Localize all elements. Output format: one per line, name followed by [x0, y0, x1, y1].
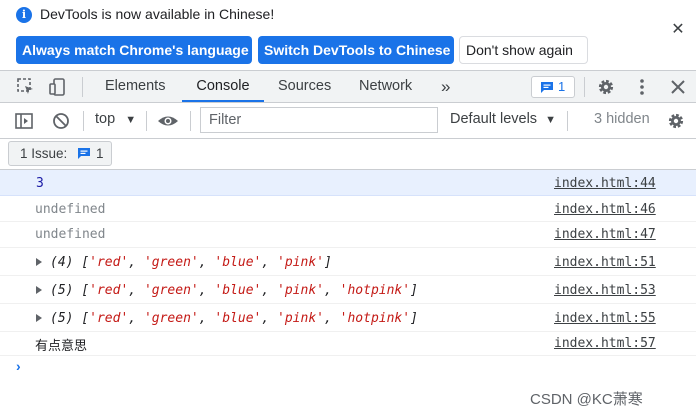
toolbar-divider: [567, 111, 568, 131]
tab-sources[interactable]: Sources: [278, 71, 331, 102]
inspect-element-icon[interactable]: [16, 77, 36, 97]
expand-caret-icon[interactable]: [36, 258, 42, 266]
console-message-row: undefined index.html:46: [0, 196, 696, 222]
log-levels-label: Default levels: [450, 111, 538, 127]
array-item: 'hotpink': [339, 283, 411, 298]
switch-to-chinese-button[interactable]: Switch DevTools to Chinese: [258, 36, 454, 64]
array-preview[interactable]: (4) ['red', 'green', 'blue', 'pink']: [50, 255, 332, 270]
dont-show-again-button[interactable]: Don't show again: [459, 36, 588, 64]
toolbar-divider: [83, 111, 84, 131]
console-message-text: undefined: [35, 202, 106, 217]
tab-console[interactable]: Console: [182, 71, 264, 102]
console-message-row: (5) ['red', 'green', 'blue', 'pink', 'ho…: [0, 276, 696, 304]
context-selector[interactable]: top ▼: [95, 111, 136, 127]
issues-button-count: 1: [96, 146, 104, 161]
expand-caret-icon[interactable]: [36, 314, 42, 322]
toolbar-divider: [584, 77, 585, 97]
console-prompt-chevron-icon[interactable]: ›: [16, 358, 21, 374]
log-levels-dropdown[interactable]: Default levels ▼: [450, 111, 556, 127]
console-message-text: 有点意思: [35, 339, 88, 354]
console-messages: 3 index.html:44 undefined index.html:46 …: [0, 170, 696, 356]
toolbar-divider: [190, 111, 191, 131]
array-item: 'pink': [277, 255, 324, 270]
watermark: CSDN @KC萧寒: [530, 391, 643, 408]
source-link[interactable]: index.html:55: [554, 311, 656, 326]
console-message-row: 有点意思 index.html:57: [0, 332, 696, 356]
source-link[interactable]: index.html:57: [554, 336, 656, 351]
issues-bar: 1 Issue: 1: [0, 139, 696, 170]
expand-caret-icon[interactable]: [36, 286, 42, 294]
source-link[interactable]: index.html:44: [554, 176, 656, 191]
array-item: 'hotpink': [339, 311, 411, 326]
info-icon: i: [16, 7, 32, 23]
more-tabs-icon[interactable]: »: [441, 71, 450, 102]
console-message-row: undefined index.html:47: [0, 222, 696, 248]
device-toolbar-icon[interactable]: [48, 77, 68, 97]
chevron-down-icon: ▼: [545, 114, 556, 126]
array-item: 'red': [89, 283, 129, 298]
tab-network[interactable]: Network: [359, 71, 412, 102]
array-length: (5): [50, 311, 74, 326]
close-devtools-icon[interactable]: [668, 77, 688, 97]
array-preview[interactable]: (5) ['red', 'green', 'blue', 'pink', 'ho…: [50, 311, 418, 326]
console-message-row: (4) ['red', 'green', 'blue', 'pink'] ind…: [0, 248, 696, 276]
console-toolbar: top ▼ Default levels ▼ 3 hidden: [0, 103, 696, 139]
array-item: 'red': [89, 311, 129, 326]
eye-icon[interactable]: [157, 111, 179, 131]
source-link[interactable]: index.html:53: [554, 283, 656, 298]
source-link[interactable]: index.html:51: [554, 255, 656, 270]
array-length: (5): [50, 283, 74, 298]
clear-console-icon[interactable]: [51, 111, 71, 131]
console-message-row: (5) ['red', 'green', 'blue', 'pink', 'ho…: [0, 304, 696, 332]
console-settings-gear-icon[interactable]: [666, 111, 686, 131]
kebab-menu-icon[interactable]: [632, 77, 652, 97]
message-icon: [541, 82, 553, 93]
array-item: 'green': [143, 255, 199, 270]
devtools-tab-bar: Elements Console Sources Network » 1: [0, 70, 696, 103]
array-item: 'green': [143, 311, 199, 326]
filter-input[interactable]: [200, 107, 438, 133]
context-selector-label: top: [95, 111, 116, 127]
hidden-messages-count: 3 hidden: [594, 111, 650, 127]
infobar-message: DevTools is now available in Chinese!: [40, 6, 275, 22]
always-match-language-button[interactable]: Always match Chrome's language: [16, 36, 252, 64]
issues-button[interactable]: 1 Issue: 1: [8, 141, 112, 166]
array-item: 'blue': [214, 255, 262, 270]
array-item: 'blue': [214, 283, 262, 298]
close-icon[interactable]: ✕: [668, 20, 688, 40]
array-item: 'blue': [214, 311, 262, 326]
toolbar-divider: [146, 111, 147, 131]
toolbar-divider: [82, 77, 83, 97]
issues-button-label: 1 Issue:: [20, 146, 68, 161]
console-message-text: 3: [36, 176, 44, 191]
chevron-down-icon: ▼: [125, 114, 137, 126]
array-length: (4): [50, 255, 74, 270]
array-preview[interactable]: (5) ['red', 'green', 'blue', 'pink', 'ho…: [50, 283, 418, 298]
array-item: 'pink': [277, 311, 324, 326]
language-infobar: i DevTools is now available in Chinese! …: [0, 0, 696, 70]
sidebar-toggle-icon[interactable]: [14, 111, 34, 131]
array-item: 'green': [143, 283, 199, 298]
array-item: 'red': [89, 255, 129, 270]
issues-badge-button[interactable]: 1: [531, 76, 575, 98]
source-link[interactable]: index.html:46: [554, 202, 656, 217]
console-message-row[interactable]: 3 index.html:44: [0, 170, 696, 196]
issues-badge-count: 1: [558, 79, 566, 94]
console-message-text: undefined: [35, 227, 106, 242]
array-item: 'pink': [277, 283, 324, 298]
gear-icon[interactable]: [596, 77, 616, 97]
source-link[interactable]: index.html:47: [554, 227, 656, 242]
tab-elements[interactable]: Elements: [105, 71, 165, 102]
message-icon: [78, 148, 90, 159]
